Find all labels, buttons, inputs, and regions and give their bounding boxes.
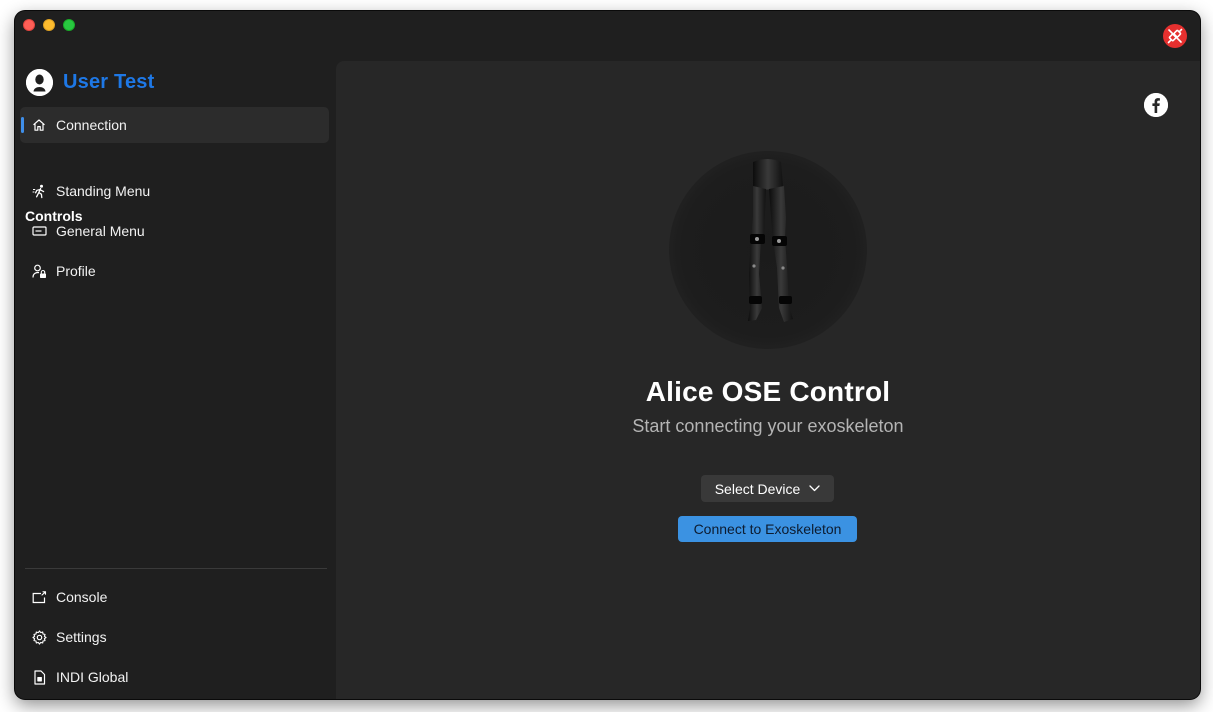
gear-icon [31, 629, 47, 645]
sidebar-item-indi-global[interactable]: INDI Global [20, 659, 329, 695]
user-avatar-icon [26, 68, 53, 96]
close-window-button[interactable] [23, 19, 35, 31]
minimize-window-button[interactable] [43, 19, 55, 31]
user-name: User Test [63, 70, 155, 93]
main-content: Alice OSE Control Start connecting your … [336, 61, 1200, 699]
walking-figure-icon [31, 183, 47, 199]
sidebar-item-connection[interactable]: Connection [20, 107, 329, 143]
exoskeleton-image [748, 159, 793, 322]
facebook-icon[interactable] [1144, 93, 1168, 117]
plug-disconnected-icon[interactable] [1163, 24, 1187, 48]
chevron-down-icon [809, 485, 820, 492]
sidebar-item-label: Console [56, 589, 108, 605]
sidebar-item-standing-menu[interactable]: Standing Menu [20, 173, 329, 209]
person-lock-icon [31, 263, 47, 279]
sidebar-item-console[interactable]: Console [20, 579, 329, 615]
connect-to-exoskeleton-button[interactable]: Connect to Exoskeleton [678, 516, 857, 542]
sidebar-item-profile[interactable]: Profile [20, 253, 329, 289]
user-header[interactable]: User Test [26, 68, 154, 96]
console-window-icon [31, 589, 47, 605]
select-device-label: Select Device [714, 480, 801, 497]
sidebar-item-label: Standing Menu [56, 183, 151, 199]
app-window: User Test Connection Controls Standing M… [15, 11, 1200, 699]
sidebar-item-label: Settings [56, 629, 107, 645]
app-title: Alice OSE Control [645, 376, 891, 407]
sidebar: User Test Connection Controls Standing M… [15, 61, 336, 699]
sidebar-divider [25, 568, 327, 569]
sidebar-item-label: Connection [56, 117, 127, 133]
sidebar-item-label: General Menu [56, 223, 145, 239]
app-subtitle: Start connecting your exoskeleton [632, 416, 904, 436]
selection-indicator [21, 117, 24, 133]
select-device-dropdown[interactable]: Select Device [701, 475, 834, 502]
card-icon [31, 223, 47, 239]
home-icon [31, 117, 47, 133]
sidebar-item-label: INDI Global [56, 669, 129, 685]
sidebar-item-label: Profile [56, 263, 96, 279]
maximize-window-button[interactable] [63, 19, 75, 31]
sidebar-item-settings[interactable]: Settings [20, 619, 329, 655]
sidebar-item-general-menu[interactable]: General Menu [20, 213, 329, 249]
document-icon [31, 669, 47, 685]
